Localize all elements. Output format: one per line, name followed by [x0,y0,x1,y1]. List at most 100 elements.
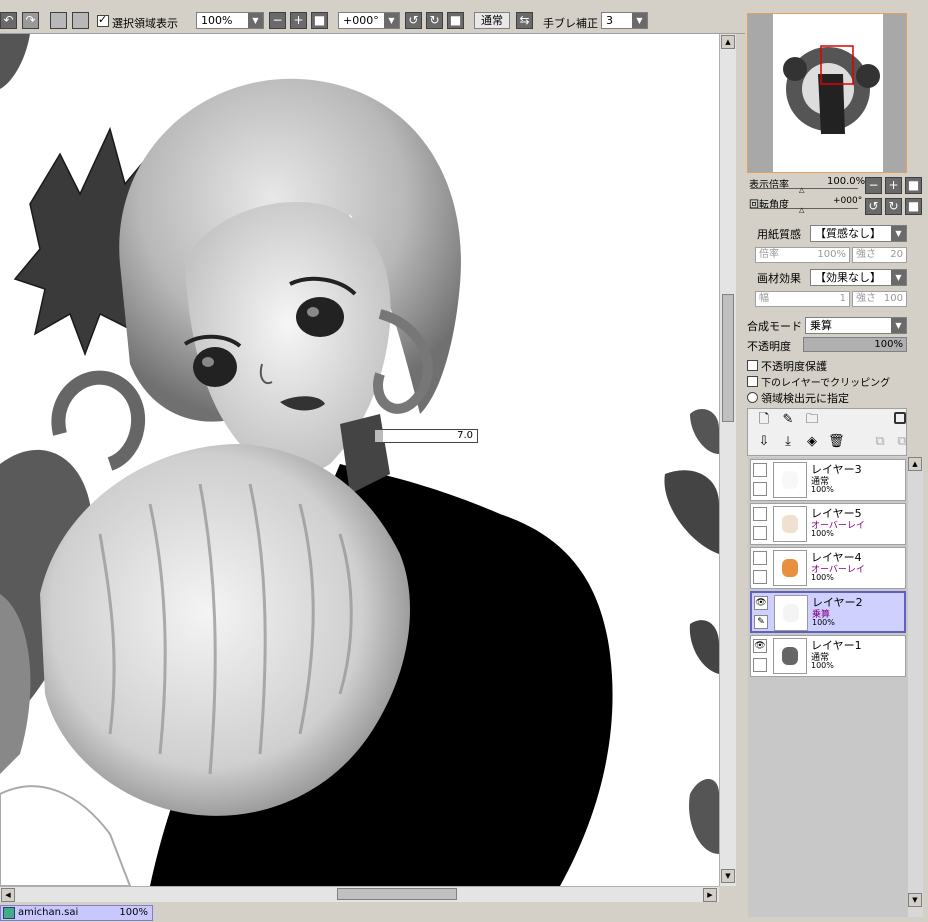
layer-thumbnail-content [782,559,798,577]
blend-mode-select[interactable]: 乗算 ▼ [805,317,907,334]
rotate-right-button[interactable]: ↻ [426,12,443,29]
zoom-select[interactable]: 100% ▼ [196,12,264,29]
navigator-preview[interactable] [747,13,907,173]
zoom-in-button[interactable]: + [290,12,307,29]
clip-below-checkbox[interactable] [747,376,758,387]
scroll-up-arrow[interactable]: ▲ [721,35,735,49]
layer-opacity: 100% [811,529,834,538]
layer-thumbnail [774,595,808,631]
horizontal-scrollbar[interactable]: ◀ ▶ [0,886,719,902]
layer-thumbnail [773,638,807,674]
paper-scale-field[interactable]: 倍率 100% [755,247,850,263]
preserve-opacity-label: 不透明度保護 [761,360,827,373]
chevron-down-icon: ▼ [891,226,906,241]
new-linework-layer-icon[interactable]: ✎ [780,412,796,428]
nav-zoom-slider-knob[interactable]: △ [799,186,804,194]
eye-icon[interactable] [753,463,767,477]
selection-source-radio[interactable] [747,392,758,403]
scroll-down-arrow[interactable]: ▼ [721,869,735,883]
selection-visible-checkbox[interactable]: ✓ [97,13,109,27]
layer-thumbnail [773,462,807,498]
merge-selected-icon[interactable]: ⧉ [872,434,888,450]
layer-item[interactable]: レイヤー3 通常 100% [750,459,906,501]
zoom-reset-button[interactable]: ■ [311,12,328,29]
scroll-right-arrow[interactable]: ▶ [703,888,717,902]
deselect-button[interactable] [50,12,67,29]
new-folder-icon[interactable]: 🗀 [804,412,820,428]
merge-down-icon[interactable]: ⤓ [780,434,796,450]
chevron-down-icon: ▼ [248,13,263,28]
paper-strength-field[interactable]: 強さ 20 [852,247,907,263]
rotate-left-button[interactable]: ↺ [405,12,422,29]
pen-icon[interactable] [753,570,767,584]
nav-angle-slider-knob[interactable]: △ [799,206,804,214]
effect-strength-field[interactable]: 強さ 100 [852,291,907,307]
pen-icon[interactable] [753,482,767,496]
stabilizer-label: 手ブレ補正 [543,17,598,30]
artwork-illustration [0,34,719,886]
toolbar: ↶ ↷ ✓ 選択領域表示 100% ▼ − + ■ +000° ▼ ↺ ↻ ■ … [0,7,745,34]
layer-scroll-down-arrow[interactable]: ▼ [908,893,922,907]
horizontal-scroll-thumb[interactable] [337,888,457,900]
navigator-canvas [773,14,883,172]
pen-icon[interactable] [753,526,767,540]
eye-icon[interactable] [753,551,767,565]
nav-zoom-reset-button[interactable]: ■ [905,177,922,194]
merge-visible-icon[interactable]: ⧉ [894,434,910,450]
nav-zoom-out-button[interactable]: − [865,177,882,194]
layer-list-scrollbar[interactable]: ▲ ▼ [908,457,923,917]
blend-normal-button[interactable]: 通常 [474,12,510,29]
eye-icon[interactable] [753,507,767,521]
eye-icon[interactable]: 👁 [753,639,767,653]
brush-effect-label: 画材効果 [757,272,801,285]
effect-width-label: 幅 [759,293,769,304]
vertical-scroll-thumb[interactable] [722,294,734,422]
chevron-down-icon: ▼ [384,13,399,28]
nav-zoom-in-button[interactable]: + [885,177,902,194]
paper-texture-value: 【質感なし】 [815,227,881,240]
chevron-down-icon: ▼ [891,318,906,333]
preserve-opacity-checkbox[interactable] [747,360,758,371]
vertical-scrollbar[interactable]: ▲ ▼ [719,34,736,886]
new-layer-icon[interactable]: 🗋 [756,412,772,428]
opacity-slider[interactable]: 100% [803,337,907,352]
effect-width-field[interactable]: 幅 1 [755,291,850,307]
nav-rotate-right-button[interactable]: ↻ [885,198,902,215]
rotation-select[interactable]: +000° ▼ [338,12,400,29]
effect-strength-value: 100 [883,293,903,304]
brush-effect-select[interactable]: 【効果なし】 ▼ [810,269,907,286]
layer-item[interactable]: レイヤー5 オーバーレイ 100% [750,503,906,545]
redo-button[interactable]: ↷ [22,12,39,29]
stabilizer-select[interactable]: 3 ▼ [601,12,648,29]
check-icon: ✓ [98,13,108,26]
right-panel: 表示倍率 100.0% △ − + ■ 回転角度 +000° △ ↺ ↻ ■ 用… [745,7,928,922]
undo-button[interactable]: ↶ [0,12,17,29]
opacity-label: 不透明度 [747,340,791,353]
nav-angle-value: +000° [833,196,863,206]
flip-horizontal-button[interactable]: ⇆ [516,12,533,29]
blend-mode-label: 合成モード [747,320,802,333]
clear-layer-icon[interactable]: ◈ [804,434,820,450]
layer-item[interactable]: 👁 レイヤー1 通常 100% [750,635,906,677]
scroll-left-arrow[interactable]: ◀ [1,888,15,902]
stabilizer-select-value: 3 [606,14,613,27]
pen-icon[interactable] [753,658,767,672]
layer-scroll-up-arrow[interactable]: ▲ [908,457,922,471]
layer-mask-icon[interactable] [894,412,906,424]
rotation-reset-button[interactable]: ■ [447,12,464,29]
trash-icon[interactable]: 🗑 [828,434,845,450]
file-name: amichan.sai [18,907,79,918]
layer-item[interactable]: 👁 ✎ レイヤー2 乗算 100% [750,591,906,633]
zoom-out-button[interactable]: − [269,12,286,29]
paper-texture-select[interactable]: 【質感なし】 ▼ [810,225,907,242]
nav-rotate-reset-button[interactable]: ■ [905,198,922,215]
drawing-canvas[interactable]: 7.0 [0,34,719,886]
file-tab[interactable]: amichan.sai 100% [0,905,153,921]
layer-item[interactable]: レイヤー4 オーバーレイ 100% [750,547,906,589]
transfer-down-icon[interactable]: ⇩ [756,434,772,450]
nav-rotate-left-button[interactable]: ↺ [865,198,882,215]
nav-zoom-value: 100.0% [827,176,866,187]
eye-icon[interactable]: 👁 [754,596,768,610]
pen-icon[interactable]: ✎ [754,615,768,629]
invert-selection-button[interactable] [72,12,89,29]
